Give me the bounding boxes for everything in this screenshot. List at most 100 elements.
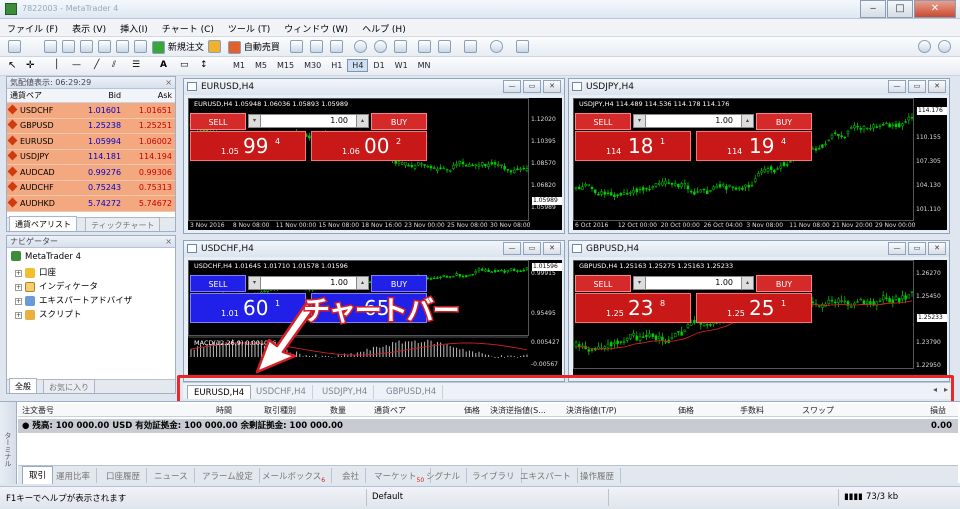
menu-chart[interactable]: チャート (C) bbox=[155, 19, 221, 35]
market-watch-row[interactable]: AUDHKD 5.74272 5.74672 bbox=[7, 195, 175, 212]
tf-m1[interactable]: M1 bbox=[228, 59, 250, 72]
chart-canvas[interactable]: GBPUSD,H4 1.25163 1.25275 1.25163 1.2523… bbox=[573, 260, 947, 378]
bar-chart-icon[interactable] bbox=[290, 40, 303, 54]
col-symbol[interactable]: 通貨ペア bbox=[374, 405, 406, 416]
chart-minimize-button[interactable]: — bbox=[888, 242, 906, 255]
text-tool-icon[interactable]: A bbox=[160, 60, 167, 74]
text-label-icon[interactable]: ▭ bbox=[180, 60, 189, 74]
terminal-tab-6[interactable]: 会社 bbox=[336, 468, 367, 483]
lot-increase-icon[interactable]: ▴ bbox=[356, 115, 368, 127]
channel-icon[interactable]: ⫽ bbox=[112, 60, 116, 74]
buy-button[interactable]: BUY bbox=[756, 275, 812, 292]
arrows-icon[interactable]: ↕ bbox=[200, 60, 208, 74]
col-ask[interactable]: Ask bbox=[124, 89, 175, 103]
market-watch-row[interactable]: AUDCAD 0.99276 0.99306 bbox=[7, 164, 175, 181]
periods-icon[interactable] bbox=[490, 40, 503, 54]
chart-maximize-button[interactable]: ▭ bbox=[908, 242, 926, 255]
trendline-icon[interactable]: ╱ bbox=[94, 60, 99, 74]
menu-insert[interactable]: 挿入(I) bbox=[113, 19, 155, 35]
navigator-close-icon[interactable]: × bbox=[165, 236, 172, 248]
market-watch-row[interactable]: AUDCHF 0.75243 0.75313 bbox=[7, 180, 175, 196]
lot-decrease-icon[interactable]: ▾ bbox=[634, 277, 646, 289]
menu-window[interactable]: ウィンドウ (W) bbox=[277, 19, 355, 35]
chart-maximize-button[interactable]: ▭ bbox=[908, 80, 926, 93]
close-button[interactable]: ✕ bbox=[914, 0, 956, 18]
nav-root[interactable]: MetaTrader 4 bbox=[11, 251, 81, 262]
nav-accounts[interactable]: + 口座 bbox=[15, 266, 56, 278]
sell-price-box[interactable]: 1.05 99 4 bbox=[190, 131, 306, 161]
tf-m30[interactable]: M30 bbox=[299, 59, 326, 72]
terminal-tab-11[interactable]: 操作履歴 bbox=[574, 468, 622, 483]
tab-favorites[interactable]: お気に入り bbox=[43, 379, 95, 393]
chart-maximize-button[interactable]: ▭ bbox=[523, 242, 541, 255]
market-watch-row[interactable]: EURUSD 1.05994 1.06002 bbox=[7, 133, 175, 150]
templates-icon[interactable] bbox=[516, 40, 529, 54]
lot-decrease-icon[interactable]: ▾ bbox=[634, 115, 646, 127]
market-watch-row[interactable]: USDJPY 114.181 114.194 bbox=[7, 149, 175, 165]
terminal-tab-5[interactable]: メールボックス6 bbox=[256, 468, 333, 484]
buy-price-box[interactable]: 114 19 4 bbox=[696, 131, 812, 161]
sell-button[interactable]: SELL bbox=[575, 275, 631, 292]
lot-increase-icon[interactable]: ▴ bbox=[356, 277, 368, 289]
terminal-tab-8[interactable]: シグナル bbox=[420, 468, 468, 483]
chart-canvas[interactable]: EURUSD,H4 1.05948 1.06036 1.05893 1.0598… bbox=[188, 98, 562, 230]
tf-m5[interactable]: M5 bbox=[250, 59, 272, 72]
chat-icon[interactable] bbox=[938, 40, 951, 54]
col-profit[interactable]: 損益 bbox=[930, 405, 946, 416]
auto-scroll-icon[interactable] bbox=[418, 40, 431, 54]
tab-tick-chart[interactable]: ティックチャート bbox=[85, 217, 161, 231]
sell-price-box[interactable]: 1.25 23 8 bbox=[575, 293, 691, 323]
chart-minimize-button[interactable]: — bbox=[888, 80, 906, 93]
chart-title-bar[interactable]: USDCHF,H4 — ▭ ✕ bbox=[184, 241, 564, 257]
panel-close-icon[interactable]: × bbox=[165, 77, 172, 89]
lot-size-input[interactable]: ▾ 1.00 ▴ bbox=[633, 276, 754, 290]
terminal-tab-0[interactable]: 取引 bbox=[22, 466, 54, 484]
candlestick-icon[interactable] bbox=[310, 40, 323, 54]
terminal-tab-2[interactable]: 口座履歴 bbox=[100, 468, 148, 483]
col-price[interactable]: 価格 bbox=[464, 405, 480, 416]
tf-w1[interactable]: W1 bbox=[390, 59, 413, 72]
chart-title-bar[interactable]: EURUSD,H4 — ▭ ✕ bbox=[184, 79, 564, 95]
chart-title-bar[interactable]: USDJPY,H4 — ▭ ✕ bbox=[569, 79, 949, 95]
maximize-button[interactable]: □ bbox=[887, 0, 913, 18]
col-sl[interactable]: 決済逆指値(S... bbox=[490, 405, 546, 416]
indicators-icon[interactable] bbox=[464, 40, 477, 54]
col-symbol[interactable]: 通貨ペア bbox=[7, 89, 74, 103]
lot-size-input[interactable]: ▾ 1.00 ▴ bbox=[633, 114, 754, 128]
chart-title-bar[interactable]: GBPUSD,H4 — ▭ ✕ bbox=[569, 241, 949, 257]
col-tp[interactable]: 決済指値(T/P) bbox=[566, 405, 617, 416]
col-time[interactable]: 時間 bbox=[216, 405, 232, 416]
tf-mn[interactable]: MN bbox=[413, 59, 436, 72]
market-watch-icon[interactable] bbox=[62, 40, 75, 54]
chart-close-button[interactable]: ✕ bbox=[928, 80, 946, 93]
zoom-in-icon[interactable] bbox=[354, 40, 367, 54]
col-price2[interactable]: 価格 bbox=[678, 405, 694, 416]
lot-increase-icon[interactable]: ▴ bbox=[741, 115, 753, 127]
buy-button[interactable]: BUY bbox=[371, 113, 427, 130]
chart-maximize-button[interactable]: ▭ bbox=[523, 80, 541, 93]
tf-m15[interactable]: M15 bbox=[272, 59, 299, 72]
terminal-tab-10[interactable]: エキスパート bbox=[514, 468, 578, 483]
lot-size-input[interactable]: ▾ 1.00 ▴ bbox=[248, 114, 369, 128]
menu-tools[interactable]: ツール (T) bbox=[221, 19, 277, 35]
chart-canvas[interactable]: USDJPY,H4 114.489 114.536 114.178 114.17… bbox=[573, 98, 947, 230]
col-type[interactable]: 取引種別 bbox=[264, 405, 296, 416]
sell-button[interactable]: SELL bbox=[575, 113, 631, 130]
new-chart-icon[interactable] bbox=[8, 40, 21, 54]
data-window-icon[interactable] bbox=[80, 40, 93, 54]
tf-d1[interactable]: D1 bbox=[368, 59, 389, 72]
chart-shift-icon[interactable] bbox=[438, 40, 451, 54]
chart-close-button[interactable]: ✕ bbox=[928, 242, 946, 255]
menu-help[interactable]: ヘルプ (H) bbox=[355, 19, 413, 35]
terminal-icon[interactable] bbox=[116, 40, 129, 54]
minimize-button[interactable]: ‒ bbox=[860, 0, 886, 18]
menu-view[interactable]: 表示 (V) bbox=[65, 19, 113, 35]
lot-decrease-icon[interactable]: ▾ bbox=[249, 115, 261, 127]
expand-icon[interactable]: + bbox=[15, 298, 22, 305]
terminal-tab-1[interactable]: 運用比率 bbox=[50, 468, 98, 483]
lot-increase-icon[interactable]: ▴ bbox=[741, 277, 753, 289]
col-order[interactable]: 注文番号 bbox=[22, 405, 54, 416]
balance-row[interactable]: ● 残高: 100 000.00 USD 有効証拠金: 100 000.00 余… bbox=[18, 419, 958, 433]
chart-minimize-button[interactable]: — bbox=[503, 242, 521, 255]
buy-price-box[interactable]: 1.06 00 2 bbox=[311, 131, 427, 161]
